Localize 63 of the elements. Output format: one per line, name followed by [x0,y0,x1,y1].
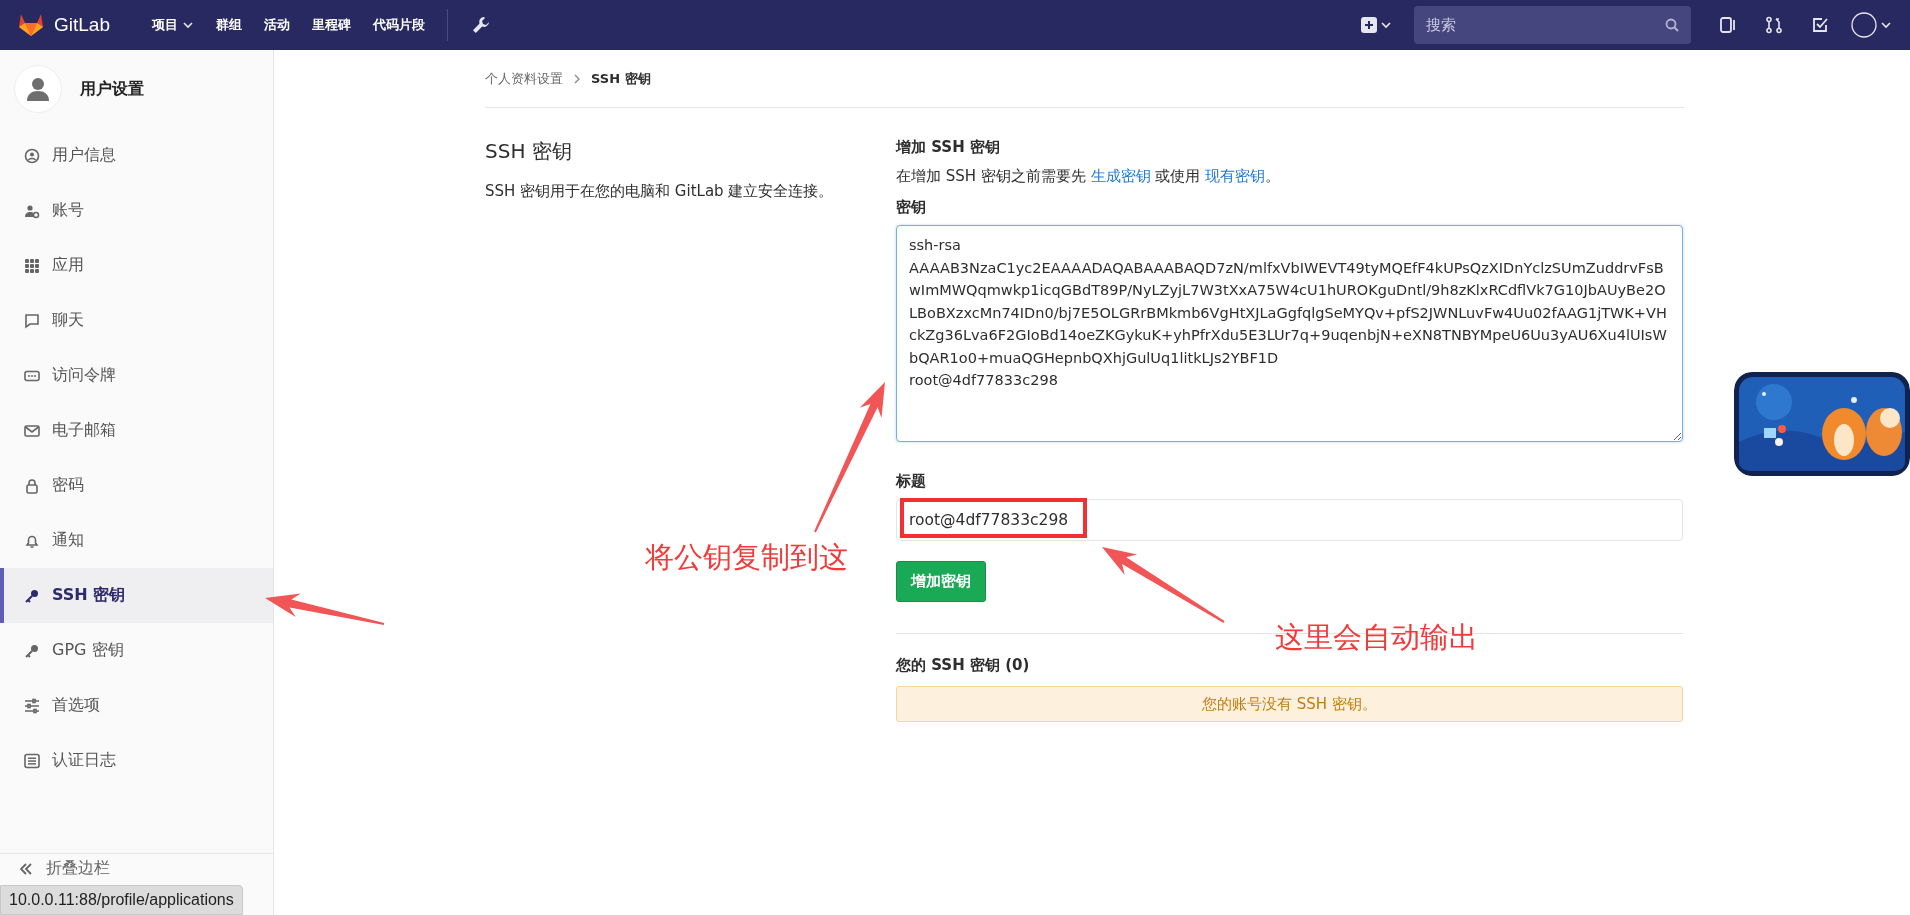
sidebar-item[interactable]: 用户信息 [0,128,273,183]
nav-link[interactable]: 代码片段 [365,10,433,40]
search-icon [1665,18,1679,32]
checklist-icon[interactable] [1811,16,1829,34]
wrench-icon[interactable] [472,16,490,34]
new-menu-button[interactable] [1361,17,1392,33]
annotation-text: 这里会自动输出 [1275,619,1478,656]
lock-icon [24,477,40,494]
breadcrumb-link[interactable]: 个人资料设置 [485,69,563,88]
user-gear-icon [24,202,40,219]
merge-request-icon[interactable] [1765,16,1783,34]
keys-heading: 您的 SSH 密钥 (0) [896,656,1030,675]
sidebar-item[interactable]: GPG 密钥 [0,623,273,678]
nav-link[interactable]: 活动 [256,10,298,40]
sidebar-item[interactable]: 应用 [0,238,273,293]
plus-icon [1361,17,1377,33]
nav-link[interactable]: 群组 [208,10,250,40]
fox-logo-icon [18,13,44,37]
caret-icon [1880,19,1892,31]
app-name[interactable]: GitLab [54,14,110,36]
chat-bubble-icon [24,312,40,329]
sidebar-item[interactable]: 密码 [0,458,273,513]
form-heading: 增加 SSH 密钥 [896,138,1000,157]
list-icon [24,752,40,769]
status-url: 10.0.0.11:88/profile/applications [0,885,243,915]
field-label: 密钥 [896,198,926,217]
collapse-sidebar-button[interactable]: 折叠边栏 [18,858,273,879]
avatar-icon [1851,12,1877,38]
sidebar-item[interactable]: 通知 [0,513,273,568]
breadcrumb-link[interactable]: SSH 密钥 [591,69,651,88]
sidebar-item[interactable]: 首选项 [0,678,273,733]
key-icon [24,642,40,659]
sidebar-item[interactable]: 聊天 [0,293,273,348]
nav-link[interactable]: 项目 [144,10,202,40]
user-menu-button[interactable] [1851,12,1892,38]
key-icon [24,587,40,604]
user-circle-icon [24,147,40,164]
caret-icon [1380,19,1392,31]
panel-icon[interactable] [1719,16,1737,34]
title-input-field[interactable]: root@4df77833c298 [896,499,1683,541]
caret-icon [182,19,194,31]
section-title: SSH 密钥 [485,138,573,165]
sidebar-item[interactable]: 访问令牌 [0,348,273,403]
annotation-text: 将公钥复制到这 [645,539,848,576]
sidebar-item[interactable]: 电子邮箱 [0,403,273,458]
sidebar-title: 用户设置 [80,78,144,100]
help-link[interactable]: 生成密钥 [1090,167,1151,185]
chevron-icon [573,73,581,84]
search-field[interactable]: 搜索 [1414,6,1691,44]
section-description: SSH 密钥用于在您的电脑和 GitLab 建立安全连接。 [485,181,835,202]
envelope-icon [24,422,40,439]
key-input-field[interactable]: ssh-rsa AAAAB3NzaC1yc2EAAAADAQABAAABAQD7zN/mlfxVbIWEVT49tyMQEfF4kUPsQzXIDnYclzSUmZuddrvFsBwImMWQqmwkp1icqGBdT89P/NyLZyjL7W3tXxA75W4cU1hUROKguDntl/9h8zKlxRCdflVk7G10JbAUyBe2OLBoBXzxcMn74IDn0/bj7E5OLGRrBMkmb6VgHtXJLaGgfqlgSeMYQv+pfS2JWNLuvFw4Uu02fAAG1jTWK+VHckZg36Lva6F2GIoBd14oeZKGykuK+yhPfrXdu5E3LUr7q+9uqenbjN+eXN8TNBYMpeU6Uu3yAU6Xu4lUIsWbQAR1o0+muaQGHepnbQXhjGulUq1litkLJs2YBF1D root@4df77833c298 [896,225,1683,442]
sidebar-item[interactable]: 认证日志 [0,733,273,788]
double-chevron-icon [18,860,34,877]
help-text: 在增加 SSH 密钥之前需要先 生成密钥 或使用 现有密钥。 [896,167,1281,186]
grid-icon [24,257,40,274]
sidebar-item[interactable]: 账号 [0,183,273,238]
empty-notice: 您的账号没有 SSH 密钥。 [896,686,1683,722]
sidebar-item[interactable]: SSH 密钥 [0,568,273,623]
help-link[interactable]: 现有密钥 [1205,167,1266,185]
field-label: 标题 [896,472,926,491]
sliders-icon [24,697,40,714]
nav-link[interactable]: 里程碑 [304,10,359,40]
